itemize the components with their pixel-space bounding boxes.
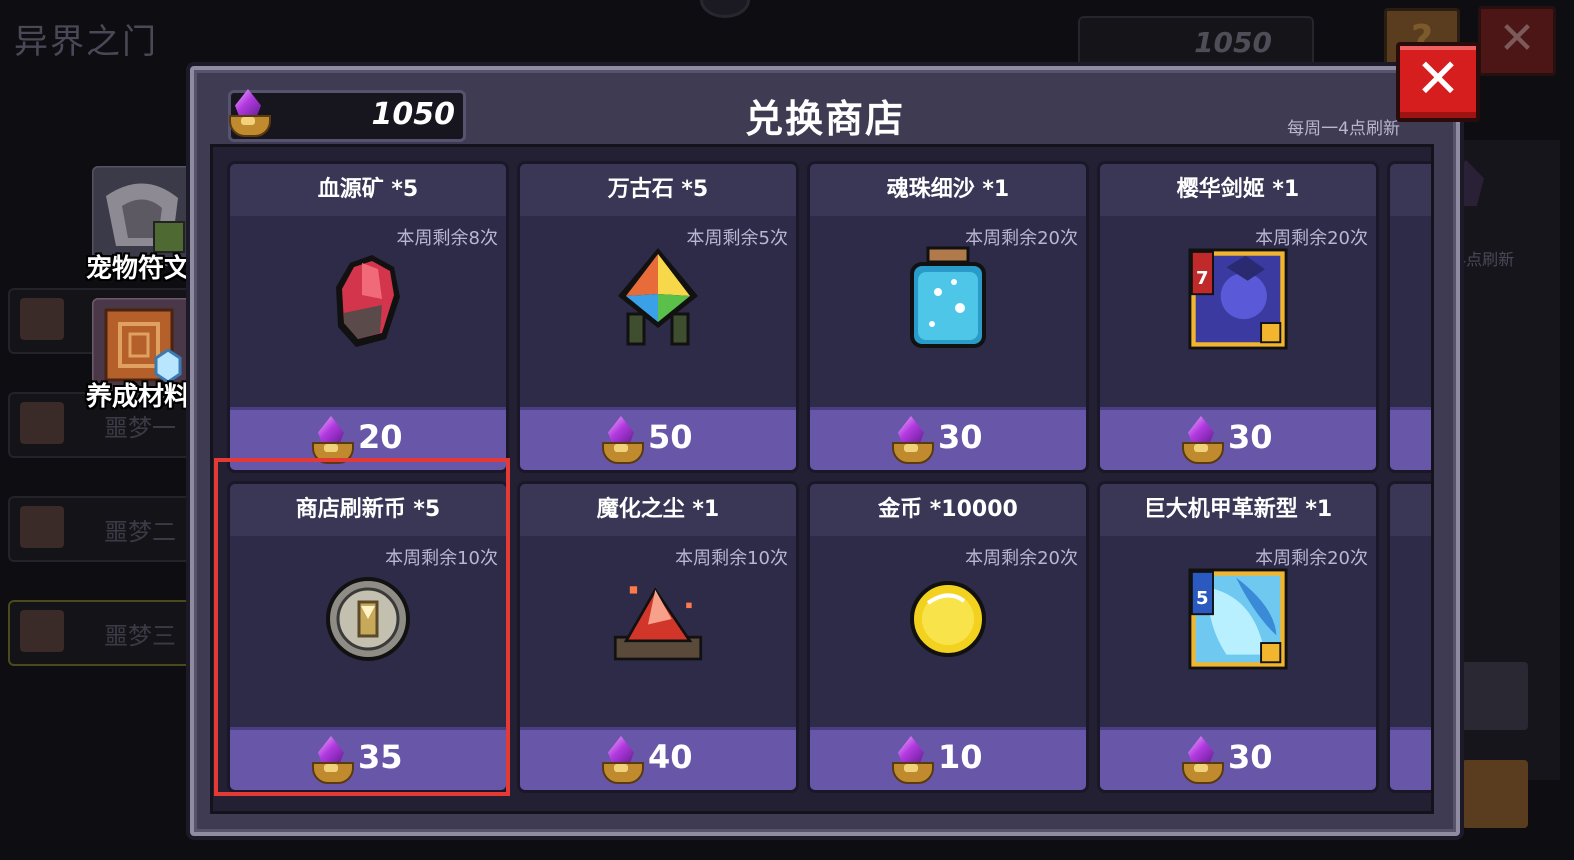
- shop-item-price: 10: [938, 738, 983, 776]
- shop-item-price: 30: [938, 418, 983, 456]
- shop-item-name: [1390, 164, 1431, 216]
- side-list-item[interactable]: 噩梦二: [8, 496, 212, 562]
- demon-dust-icon: [608, 564, 708, 674]
- shop-item-name: 巨大机甲革新型 *1: [1100, 484, 1376, 536]
- blood-ore-icon: [318, 244, 418, 354]
- gem-icon: [890, 414, 934, 464]
- gem-icon: [890, 734, 934, 784]
- shop-item-name: 金币 *10000: [810, 484, 1086, 536]
- price-bar: 30: [1100, 727, 1376, 790]
- modal-title: 兑换商店: [744, 97, 905, 141]
- shop-item-card-partial[interactable]: [1387, 481, 1431, 793]
- shop-item-name: 万古石 *5: [520, 164, 796, 216]
- price-bar: 30: [1100, 407, 1376, 470]
- shop-item-card[interactable]: 金币 *10000 本周剩余20次 10: [807, 481, 1089, 793]
- background-top-dot: [700, 0, 750, 18]
- dungeon-thumbnail-icon: [20, 402, 64, 444]
- shop-item-name: 魔化之尘 *1: [520, 484, 796, 536]
- shop-item-card[interactable]: 魂珠细沙 *1 本周剩余20次 30: [807, 161, 1089, 473]
- card-level: 5: [1196, 588, 1209, 609]
- pet-rune-label: 宠物符文: [86, 254, 191, 284]
- price-bar: 50: [520, 407, 796, 470]
- refresh-note: 每周一4点刷新: [1287, 119, 1400, 139]
- close-button[interactable]: ✕: [1396, 42, 1480, 122]
- shop-item-name: [1390, 484, 1431, 536]
- shop-item-card[interactable]: 万古石 *5 本周剩余5次 50: [517, 161, 799, 473]
- selected-item-highlight: [214, 458, 510, 796]
- side-list-item-selected[interactable]: 噩梦三: [8, 600, 212, 666]
- background-currency-value: 1050: [1194, 26, 1272, 59]
- gem-icon: [1180, 414, 1224, 464]
- gem-icon: [1180, 734, 1224, 784]
- gem-icon: [600, 734, 644, 784]
- growth-material-label: 养成材料: [86, 382, 191, 412]
- background-right-slot[interactable]: [1462, 662, 1528, 730]
- soul-sand-jar-icon: [898, 244, 998, 354]
- side-list-label: 噩梦二: [104, 518, 176, 546]
- dungeon-thumbnail-icon: [20, 506, 64, 548]
- background-currency: 1050: [1078, 16, 1314, 68]
- close-icon: ✕: [1415, 47, 1461, 110]
- close-icon: ✕: [1498, 13, 1536, 64]
- shop-item-card-partial[interactable]: [1387, 161, 1431, 473]
- shop-item-card[interactable]: 樱华剑姬 *1 本周剩余20次 7 30: [1097, 161, 1379, 473]
- shop-item-card[interactable]: 魔化之尘 *1 本周剩余10次 40: [517, 481, 799, 793]
- dungeon-thumbnail-icon: [20, 610, 64, 652]
- price-bar: 30: [810, 407, 1086, 470]
- sakura-sword-card-icon: 7: [1188, 244, 1288, 354]
- gem-icon: [310, 414, 354, 464]
- shop-item-price: 20: [358, 418, 403, 456]
- price-bar: [1390, 407, 1431, 470]
- background-close-button[interactable]: ✕: [1478, 6, 1556, 76]
- price-bar: [1390, 727, 1431, 790]
- shop-item-price: 50: [648, 418, 693, 456]
- side-list-label: 噩梦三: [104, 622, 176, 650]
- price-bar: 40: [520, 727, 796, 790]
- ancient-stone-icon: [608, 244, 708, 354]
- shop-item-name: 血源矿 *5: [230, 164, 506, 216]
- shop-item-price: 30: [1228, 738, 1273, 776]
- shop-item-card[interactable]: 巨大机甲革新型 *1 本周剩余20次 5 30: [1097, 481, 1379, 793]
- side-list-label: 噩梦一: [104, 414, 176, 442]
- background-right-slot-orange[interactable]: [1462, 760, 1528, 828]
- shop-item-name: 魂珠细沙 *1: [810, 164, 1086, 216]
- shop-item-price: 30: [1228, 418, 1273, 456]
- shop-item-price: 40: [648, 738, 693, 776]
- card-level: 7: [1196, 268, 1209, 289]
- shop-item-card[interactable]: 血源矿 *5 本周剩余8次 20: [227, 161, 509, 473]
- shop-item-name: 樱华剑姬 *1: [1100, 164, 1376, 216]
- gold-coin-icon: [898, 564, 998, 674]
- price-bar: 10: [810, 727, 1086, 790]
- dungeon-thumbnail-icon: [20, 298, 64, 340]
- gem-icon: [600, 414, 644, 464]
- background-title: 异界之门: [14, 22, 158, 62]
- mecha-card-icon: 5: [1188, 564, 1288, 674]
